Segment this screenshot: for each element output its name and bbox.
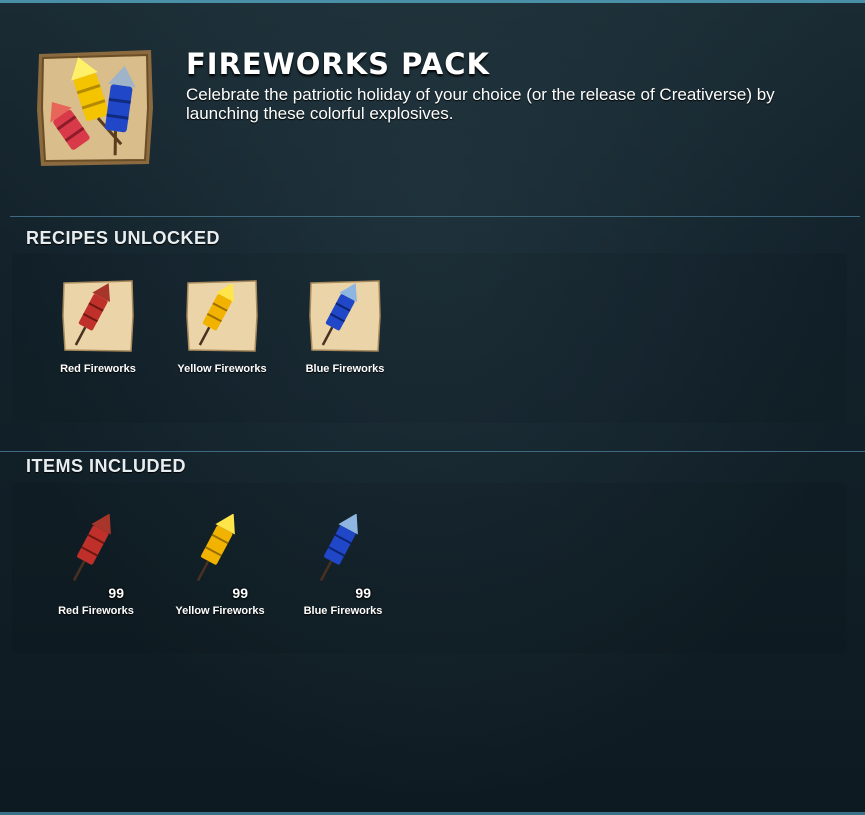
recipes-unlocked-heading: RECIPES UNLOCKED bbox=[26, 228, 221, 248]
pack-details-panel: FIREWORKS PACK Celebrate the patriotic h… bbox=[0, 0, 865, 815]
recipe-slot-yellow-fireworks[interactable]: Yellow Fireworks bbox=[162, 278, 282, 388]
items-included-heading: ITEMS INCLUDED bbox=[26, 456, 186, 476]
yellow-fireworks-icon bbox=[196, 514, 235, 582]
item-count: 99 bbox=[355, 585, 371, 601]
red-fireworks-icon bbox=[72, 514, 111, 582]
section-divider bbox=[0, 451, 865, 452]
item-label: Red Fireworks bbox=[58, 605, 134, 617]
recipe-slot-blue-fireworks[interactable]: Blue Fireworks bbox=[285, 278, 405, 388]
pack-description: Celebrate the patriotic holiday of your … bbox=[186, 85, 775, 123]
blue-fireworks-recipe-icon bbox=[309, 280, 381, 352]
item-slot-yellow-fireworks[interactable]: 99 Yellow Fireworks bbox=[160, 514, 280, 624]
pack-title: FIREWORKS PACK bbox=[186, 47, 490, 81]
header-divider bbox=[10, 216, 860, 217]
item-count: 99 bbox=[232, 585, 248, 601]
item-slot-blue-fireworks[interactable]: 99 Blue Fireworks bbox=[283, 514, 403, 624]
item-label: Blue Fireworks bbox=[303, 605, 383, 617]
item-label: Yellow Fireworks bbox=[175, 605, 265, 617]
recipe-label: Blue Fireworks bbox=[305, 363, 385, 375]
recipe-label: Red Fireworks bbox=[60, 363, 136, 375]
red-fireworks-recipe-icon bbox=[62, 280, 134, 352]
fireworks-pack-icon bbox=[37, 50, 153, 166]
recipe-label: Yellow Fireworks bbox=[177, 363, 267, 375]
recipe-slot-red-fireworks[interactable]: Red Fireworks bbox=[38, 278, 158, 388]
yellow-fireworks-recipe-icon bbox=[186, 280, 258, 352]
item-slot-red-fireworks[interactable]: 99 Red Fireworks bbox=[36, 514, 156, 624]
blue-fireworks-icon bbox=[319, 514, 358, 582]
item-count: 99 bbox=[108, 585, 124, 601]
